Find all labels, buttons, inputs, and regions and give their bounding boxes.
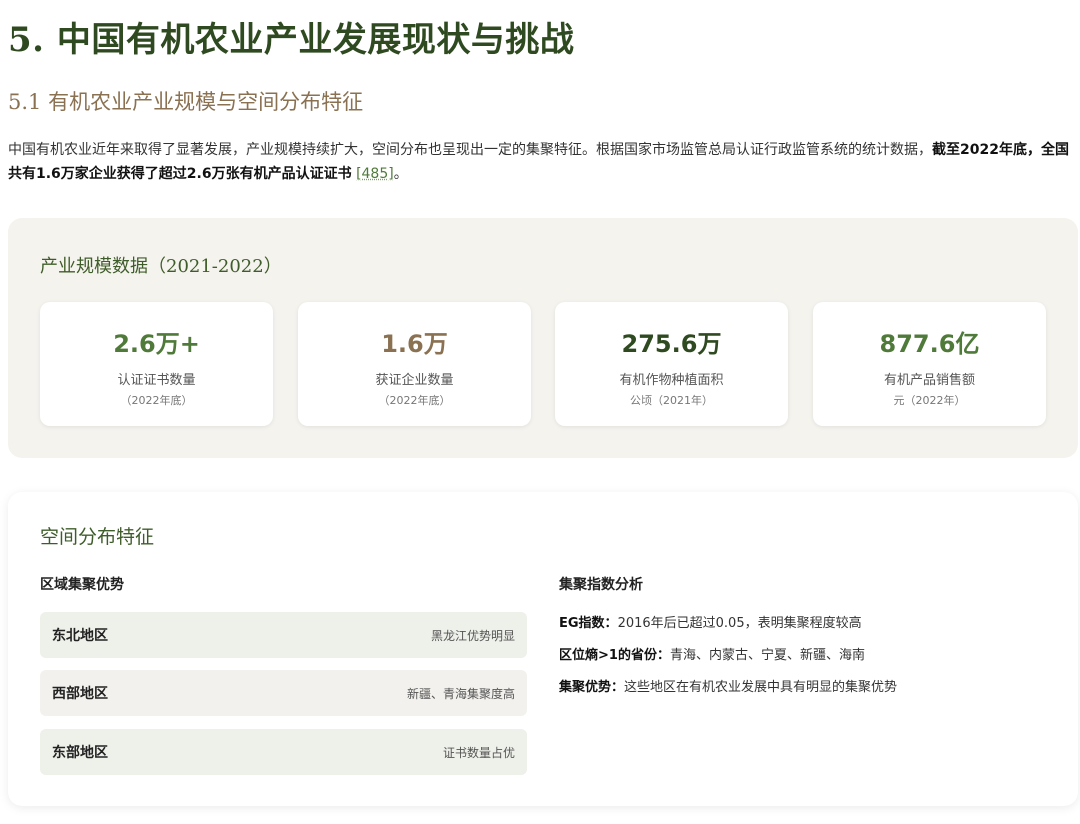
stat-label: 有机作物种植面积 [619, 373, 724, 388]
cluster-index-title: 集聚指数分析 [559, 577, 643, 593]
item-text: 2016年后已超过0.05，表明集聚程度较高 [617, 616, 862, 631]
stat-note: （2022年底） [378, 394, 451, 407]
region-name: 西部地区 [52, 686, 108, 702]
stat-value: 1.6万 [381, 330, 448, 358]
stat-card-enterprises: 1.6万 获证企业数量 （2022年底） [298, 302, 531, 426]
item-text: 青海、内蒙古、宁夏、新疆、海南 [669, 648, 865, 663]
section-subtitle: 5.1 有机农业产业规模与空间分布特征 [8, 90, 364, 114]
intro-end: 。 [393, 166, 408, 182]
stat-card-planting-area: 275.6万 有机作物种植面积 公顷（2021年） [555, 302, 788, 426]
stat-note: 元（2022年） [893, 394, 966, 407]
regional-advantage-title: 区域集聚优势 [40, 577, 124, 593]
region-row-east: 东部地区 证书数量占优 [40, 729, 527, 775]
item-label: 集聚优势： [559, 680, 625, 695]
region-desc: 新疆、青海集聚度高 [406, 686, 515, 701]
item-label: 区位熵>1的省份： [559, 648, 670, 663]
intro-paragraph: 中国有机农业近年来取得了显著发展，产业规模持续扩大，空间分布也呈现出一定的集聚特… [8, 138, 1080, 186]
cluster-item-eg: EG指数：2016年后已超过0.05，表明集聚程度较高 [559, 612, 862, 631]
spatial-panel-title: 空间分布特征 [40, 526, 155, 548]
item-label: EG指数： [559, 616, 618, 631]
region-name: 东部地区 [52, 745, 108, 761]
item-text: 这些地区在有机农业发展中具有明显的集聚优势 [624, 680, 898, 695]
stat-value: 2.6万+ [113, 330, 200, 358]
cluster-item-advantage: 集聚优势：这些地区在有机农业发展中具有明显的集聚优势 [559, 676, 897, 695]
region-desc: 黑龙江优势明显 [430, 628, 515, 643]
industry-scale-panel: 产业规模数据（2021-2022） 2.6万+ 认证证书数量 （2022年底） … [8, 218, 1078, 458]
stat-note: （2022年底） [120, 394, 193, 407]
stat-label: 有机产品销售额 [883, 373, 975, 388]
stat-value: 877.6亿 [879, 330, 980, 358]
region-name: 东北地区 [52, 628, 108, 644]
region-row-northeast: 东北地区 黑龙江优势明显 [40, 612, 527, 658]
cluster-item-location-quotient: 区位熵>1的省份：青海、内蒙古、宁夏、新疆、海南 [559, 644, 865, 663]
region-row-west: 西部地区 新疆、青海集聚度高 [40, 670, 527, 716]
intro-text: 中国有机农业近年来取得了显著发展，产业规模持续扩大，空间分布也呈现出一定的集聚特… [8, 142, 932, 158]
stat-value: 275.6万 [621, 330, 722, 358]
stat-note: 公顷（2021年） [630, 394, 713, 407]
citation-link[interactable]: [485] [356, 166, 394, 182]
scale-panel-title: 产业规模数据（2021-2022） [40, 256, 282, 277]
spatial-distribution-panel: 空间分布特征 区域集聚优势 东北地区 黑龙江优势明显 西部地区 新疆、青海集聚度… [8, 492, 1078, 806]
stat-card-certificates: 2.6万+ 认证证书数量 （2022年底） [40, 302, 273, 426]
stat-card-sales: 877.6亿 有机产品销售额 元（2022年） [813, 302, 1046, 426]
region-desc: 证书数量占优 [442, 745, 515, 760]
stat-label: 认证证书数量 [117, 373, 196, 388]
stat-label: 获证企业数量 [375, 373, 454, 388]
page-title: 5. 中国有机农业产业发展现状与挑战 [8, 20, 575, 60]
